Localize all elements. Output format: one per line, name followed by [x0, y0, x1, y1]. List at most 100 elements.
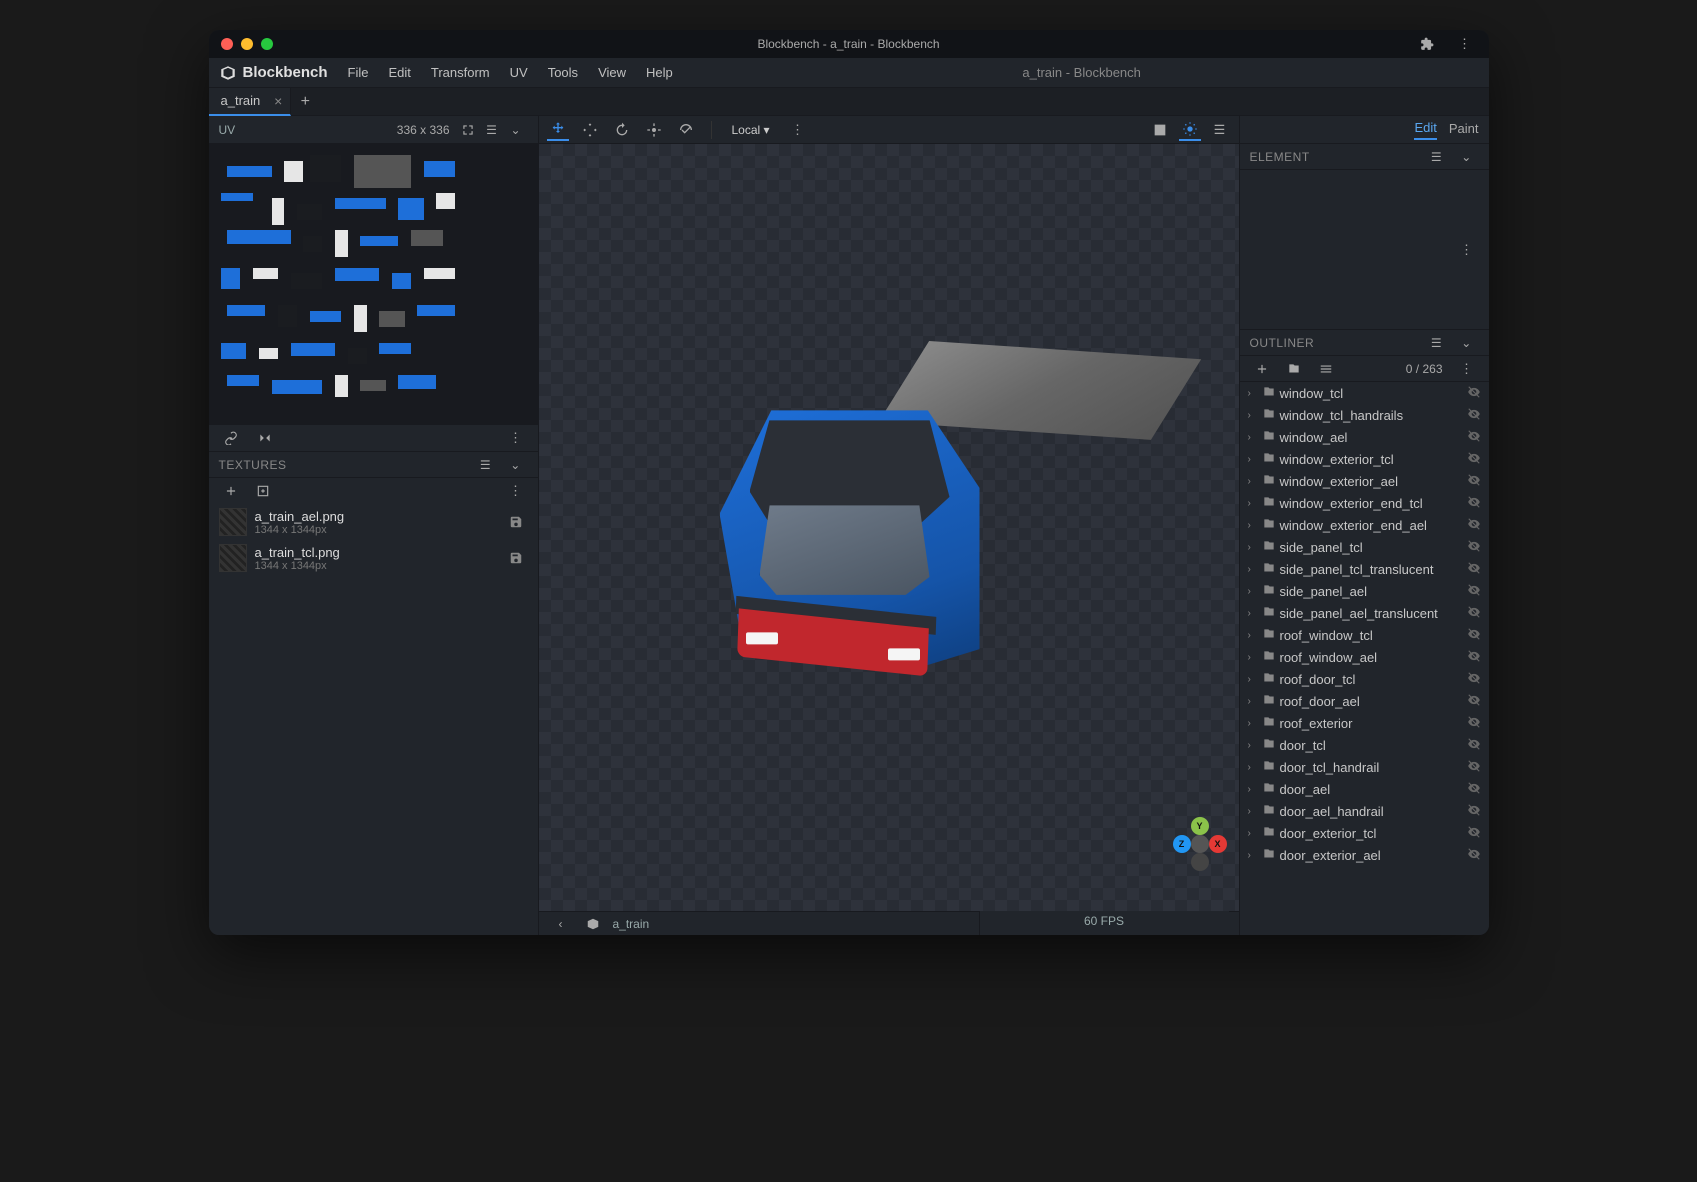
- chevron-right-icon[interactable]: ›: [1248, 652, 1258, 663]
- add-group-icon[interactable]: [1284, 359, 1304, 379]
- rotate-tool[interactable]: [611, 119, 633, 141]
- visibility-toggle-icon[interactable]: [1467, 517, 1481, 534]
- visibility-toggle-icon[interactable]: [1467, 737, 1481, 754]
- transform-space-dropdown[interactable]: Local ▾: [726, 121, 776, 139]
- chevron-right-icon[interactable]: ›: [1248, 806, 1258, 817]
- panel-menu-icon[interactable]: ☰: [1427, 147, 1447, 167]
- vertex-snap-tool[interactable]: [675, 119, 697, 141]
- toolbar-more-icon[interactable]: ⋮: [788, 120, 808, 140]
- outliner-item[interactable]: ›window_exterior_ael: [1240, 470, 1489, 492]
- mode-paint[interactable]: Paint: [1449, 121, 1479, 139]
- chevron-down-icon[interactable]: ⌄: [506, 455, 526, 475]
- menu-tools[interactable]: Tools: [540, 61, 586, 84]
- visibility-toggle-icon[interactable]: [1467, 583, 1481, 600]
- visibility-toggle-icon[interactable]: [1467, 605, 1481, 622]
- mode-edit[interactable]: Edit: [1414, 120, 1436, 140]
- visibility-toggle-icon[interactable]: [1467, 803, 1481, 820]
- outliner-item[interactable]: ›door_tcl: [1240, 734, 1489, 756]
- chevron-right-icon[interactable]: ›: [1248, 542, 1258, 553]
- chevron-right-icon[interactable]: ›: [1248, 564, 1258, 575]
- visibility-toggle-icon[interactable]: [1467, 825, 1481, 842]
- outliner-item[interactable]: ›side_panel_ael_translucent: [1240, 602, 1489, 624]
- visibility-toggle-icon[interactable]: [1467, 473, 1481, 490]
- chevron-right-icon[interactable]: ›: [1248, 718, 1258, 729]
- chevron-right-icon[interactable]: ›: [1248, 630, 1258, 641]
- outliner-item[interactable]: ›roof_door_tcl: [1240, 668, 1489, 690]
- 3d-viewport[interactable]: YXZ: [539, 144, 1239, 911]
- panel-menu-icon[interactable]: ☰: [1427, 333, 1447, 353]
- outliner-more-icon[interactable]: ⋮: [1457, 359, 1477, 379]
- tab-a-train[interactable]: a_train ×: [209, 88, 292, 116]
- chevron-down-icon[interactable]: ⌄: [1457, 333, 1477, 353]
- outliner-item[interactable]: ›roof_door_ael: [1240, 690, 1489, 712]
- outliner-item[interactable]: ›window_exterior_end_tcl: [1240, 492, 1489, 514]
- close-window-button[interactable]: [221, 38, 233, 50]
- orientation-gizmo[interactable]: YXZ: [1173, 817, 1227, 871]
- chevron-right-icon[interactable]: ›: [1248, 608, 1258, 619]
- add-cube-icon[interactable]: [1252, 359, 1272, 379]
- outliner-item[interactable]: ›door_exterior_ael: [1240, 844, 1489, 866]
- save-icon[interactable]: [506, 512, 526, 532]
- pivot-tool[interactable]: [643, 119, 665, 141]
- menu-view[interactable]: View: [590, 61, 634, 84]
- visibility-toggle-icon[interactable]: [1467, 693, 1481, 710]
- chevron-right-icon[interactable]: ›: [1248, 828, 1258, 839]
- outliner-item[interactable]: ›door_ael_handrail: [1240, 800, 1489, 822]
- chevron-right-icon[interactable]: ›: [1248, 696, 1258, 707]
- import-texture-icon[interactable]: [221, 481, 241, 501]
- chevron-down-icon[interactable]: ⌄: [506, 120, 526, 140]
- uv-more-icon[interactable]: ⋮: [506, 428, 526, 448]
- minimize-window-button[interactable]: [241, 38, 253, 50]
- save-icon[interactable]: [506, 548, 526, 568]
- chevron-down-icon[interactable]: ⌄: [1457, 147, 1477, 167]
- menu-file[interactable]: File: [340, 61, 377, 84]
- maximize-window-button[interactable]: [261, 38, 273, 50]
- menu-edit[interactable]: Edit: [380, 61, 418, 84]
- link-icon[interactable]: [221, 428, 241, 448]
- visibility-toggle-icon[interactable]: [1467, 429, 1481, 446]
- texture-item[interactable]: a_train_ael.png 1344 x 1344px: [209, 504, 538, 540]
- chevron-right-icon[interactable]: ›: [1248, 520, 1258, 531]
- resize-tool[interactable]: [579, 119, 601, 141]
- new-tab-button[interactable]: +: [291, 88, 319, 116]
- visibility-toggle-icon[interactable]: [1467, 627, 1481, 644]
- outliner-item[interactable]: ›side_panel_tcl: [1240, 536, 1489, 558]
- element-more-icon[interactable]: ⋮: [1457, 240, 1477, 260]
- outliner-item[interactable]: ›window_exterior_tcl: [1240, 448, 1489, 470]
- outliner-item[interactable]: ›roof_window_tcl: [1240, 624, 1489, 646]
- outliner-item[interactable]: ›door_tcl_handrail: [1240, 756, 1489, 778]
- chevron-right-icon[interactable]: ›: [1248, 740, 1258, 751]
- visibility-toggle-icon[interactable]: [1467, 407, 1481, 424]
- visibility-toggle-icon[interactable]: [1467, 495, 1481, 512]
- visibility-toggle-icon[interactable]: [1467, 781, 1481, 798]
- chevron-left-icon[interactable]: ‹: [551, 914, 571, 934]
- panel-menu-icon[interactable]: ☰: [482, 120, 502, 140]
- visibility-toggle-icon[interactable]: [1467, 671, 1481, 688]
- chevron-right-icon[interactable]: ›: [1248, 586, 1258, 597]
- outliner-item[interactable]: ›roof_window_ael: [1240, 646, 1489, 668]
- kebab-menu-icon[interactable]: ⋮: [1455, 34, 1475, 54]
- chevron-right-icon[interactable]: ›: [1248, 388, 1258, 399]
- toggle-options-icon[interactable]: [1316, 359, 1336, 379]
- outliner-item[interactable]: ›roof_exterior: [1240, 712, 1489, 734]
- chevron-right-icon[interactable]: ›: [1248, 784, 1258, 795]
- outliner-item[interactable]: ›door_ael: [1240, 778, 1489, 800]
- menu-uv[interactable]: UV: [502, 61, 536, 84]
- visibility-toggle-icon[interactable]: [1467, 561, 1481, 578]
- texture-item[interactable]: a_train_tcl.png 1344 x 1344px: [209, 540, 538, 576]
- mirror-icon[interactable]: [255, 428, 275, 448]
- visibility-toggle-icon[interactable]: [1467, 847, 1481, 864]
- shading-icon[interactable]: [1179, 119, 1201, 141]
- create-texture-icon[interactable]: [253, 481, 273, 501]
- chevron-right-icon[interactable]: ›: [1248, 762, 1258, 773]
- visibility-toggle-icon[interactable]: [1467, 649, 1481, 666]
- outliner-item[interactable]: ›side_panel_ael: [1240, 580, 1489, 602]
- visibility-toggle-icon[interactable]: [1467, 759, 1481, 776]
- outliner-item[interactable]: ›window_tcl_handrails: [1240, 404, 1489, 426]
- chevron-right-icon[interactable]: ›: [1248, 674, 1258, 685]
- uv-editor[interactable]: [209, 144, 538, 424]
- close-tab-icon[interactable]: ×: [274, 93, 282, 109]
- background-icon[interactable]: [1149, 119, 1171, 141]
- textures-more-icon[interactable]: ⋮: [506, 481, 526, 501]
- view-menu-icon[interactable]: ☰: [1209, 119, 1231, 141]
